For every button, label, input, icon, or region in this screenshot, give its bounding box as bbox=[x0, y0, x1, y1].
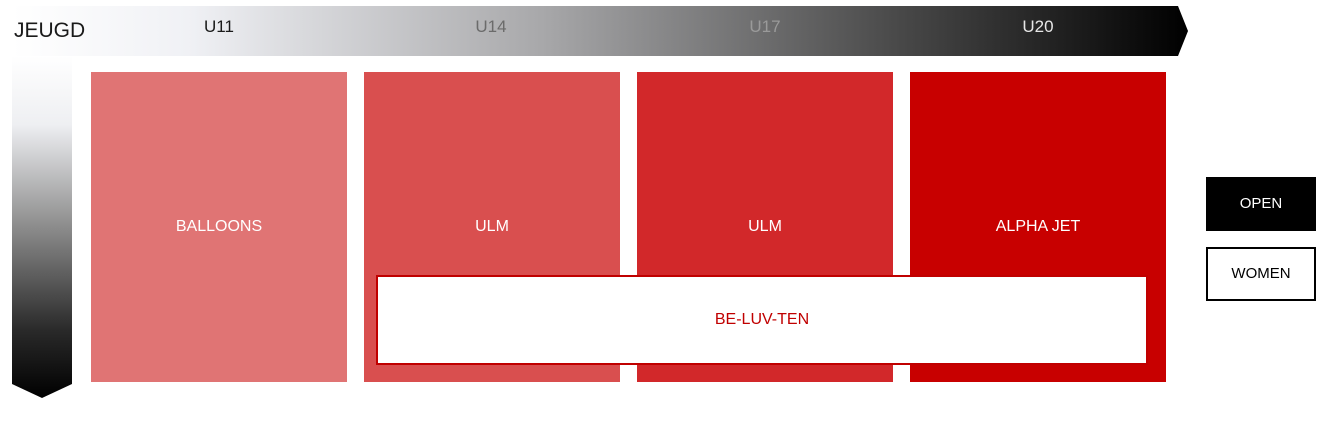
block-label: ALPHA JET bbox=[995, 218, 1081, 235]
block-label: ULM bbox=[475, 218, 509, 235]
be-luv-ten-label: BE-LUV-TEN bbox=[714, 311, 810, 328]
block-label: BALLOONS bbox=[175, 218, 263, 235]
block-balloons: BALLOONS bbox=[91, 72, 347, 382]
legend-women: WOMEN bbox=[1206, 247, 1316, 301]
legend-open: OPEN bbox=[1206, 177, 1316, 231]
age-label-u14: U14 bbox=[475, 17, 507, 36]
vertical-youth-arrow bbox=[12, 56, 72, 398]
be-luv-ten-box: BE-LUV-TEN bbox=[376, 275, 1148, 365]
age-label-u17: U17 bbox=[749, 17, 781, 36]
age-label-u20: U20 bbox=[1022, 17, 1054, 36]
jeugd-title: JEUGD bbox=[14, 19, 86, 42]
age-label-u11: U11 bbox=[204, 17, 234, 36]
block-label: ULM bbox=[748, 218, 782, 235]
